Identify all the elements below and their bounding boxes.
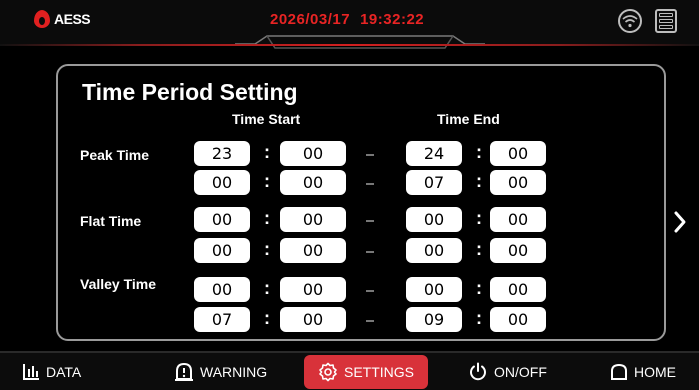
valley1-start-hour-input[interactable]: 00 <box>194 277 250 302</box>
range-dash <box>366 154 374 156</box>
next-arrow-icon[interactable] <box>672 210 688 234</box>
nav-settings-button[interactable]: SETTINGS <box>304 355 429 389</box>
time-colon: : <box>476 208 482 228</box>
top-bar: AESS 2026/03/17 19:32:22 <box>0 0 699 49</box>
valley2-start-hour-input[interactable]: 07 <box>194 307 250 332</box>
peak2-start-hour-input[interactable]: 00 <box>194 170 250 195</box>
valley1-start-minute-input[interactable]: 00 <box>280 277 346 302</box>
range-dash <box>366 290 374 292</box>
nav-data-label: DATA <box>46 363 82 380</box>
column-header-time-start: Time Start <box>232 111 301 127</box>
flat1-end-hour-input[interactable]: 00 <box>406 207 462 232</box>
row-label-valley-time: Valley Time <box>80 276 157 292</box>
peak2-end-hour-input[interactable]: 07 <box>406 170 462 195</box>
range-dash <box>366 320 374 322</box>
logo-text: AESS <box>54 11 91 27</box>
gear-icon <box>319 362 337 382</box>
home-icon <box>611 363 627 380</box>
range-dash <box>366 251 374 253</box>
bottom-nav: DATA WARNING SETTINGS ON/OFF HOME <box>0 351 699 390</box>
time-colon: : <box>264 142 270 162</box>
flat2-end-hour-input[interactable]: 00 <box>406 238 462 263</box>
server-icon[interactable] <box>655 9 677 33</box>
nav-data-button[interactable]: DATA <box>22 353 81 390</box>
nav-home-button[interactable]: HOME <box>610 353 676 390</box>
flat2-start-hour-input[interactable]: 00 <box>194 238 250 263</box>
row-label-peak-time: Peak Time <box>80 147 150 163</box>
flat1-end-minute-input[interactable]: 00 <box>490 207 546 232</box>
header-divider <box>0 44 699 46</box>
power-icon <box>470 362 486 380</box>
page-title: Time Period Setting <box>82 79 298 105</box>
valley2-start-minute-input[interactable]: 00 <box>280 307 346 332</box>
time-colon: : <box>264 239 270 259</box>
range-dash <box>366 220 374 222</box>
time-colon: : <box>476 142 482 162</box>
range-dash <box>366 183 374 185</box>
time-colon: : <box>264 171 270 191</box>
date-text: 2026/03/17 <box>270 11 351 28</box>
peak2-end-minute-input[interactable]: 00 <box>490 170 546 195</box>
time-text: 19:32:22 <box>360 11 425 28</box>
time-colon: : <box>476 171 482 191</box>
valley2-end-minute-input[interactable]: 00 <box>490 307 546 332</box>
header-notch <box>235 35 485 49</box>
nav-settings-label: SETTINGS <box>344 364 415 380</box>
peak2-start-minute-input[interactable]: 00 <box>280 170 346 195</box>
valley1-end-hour-input[interactable]: 00 <box>406 277 462 302</box>
row-label-flat-time: Flat Time <box>80 213 142 229</box>
logo-drop-icon <box>34 10 50 28</box>
flat1-start-hour-input[interactable]: 00 <box>194 207 250 232</box>
nav-warning-label: WARNING <box>200 363 268 380</box>
nav-onoff-label: ON/OFF <box>494 363 547 380</box>
peak1-start-minute-input[interactable]: 00 <box>280 141 346 166</box>
nav-home-label: HOME <box>634 363 676 380</box>
wifi-icon[interactable] <box>618 9 642 33</box>
brand-logo: AESS <box>34 9 91 29</box>
peak1-end-minute-input[interactable]: 00 <box>490 141 546 166</box>
warning-icon <box>175 362 193 381</box>
time-colon: : <box>476 308 482 328</box>
time-colon: : <box>264 278 270 298</box>
flat2-start-minute-input[interactable]: 00 <box>280 238 346 263</box>
chart-icon <box>23 363 39 380</box>
time-colon: : <box>264 208 270 228</box>
peak1-end-hour-input[interactable]: 24 <box>406 141 462 166</box>
wifi-glyph <box>622 15 638 28</box>
flat1-start-minute-input[interactable]: 00 <box>280 207 346 232</box>
valley1-end-minute-input[interactable]: 00 <box>490 277 546 302</box>
peak1-start-hour-input[interactable]: 23 <box>194 141 250 166</box>
time-colon: : <box>476 239 482 259</box>
datetime-display: 2026/03/17 19:32:22 <box>270 11 434 28</box>
time-colon: : <box>476 278 482 298</box>
column-header-time-end: Time End <box>437 111 500 127</box>
nav-onoff-button[interactable]: ON/OFF <box>468 353 547 390</box>
valley2-end-hour-input[interactable]: 09 <box>406 307 462 332</box>
time-colon: : <box>264 308 270 328</box>
nav-warning-button[interactable]: WARNING <box>174 353 267 390</box>
flat2-end-minute-input[interactable]: 00 <box>490 238 546 263</box>
